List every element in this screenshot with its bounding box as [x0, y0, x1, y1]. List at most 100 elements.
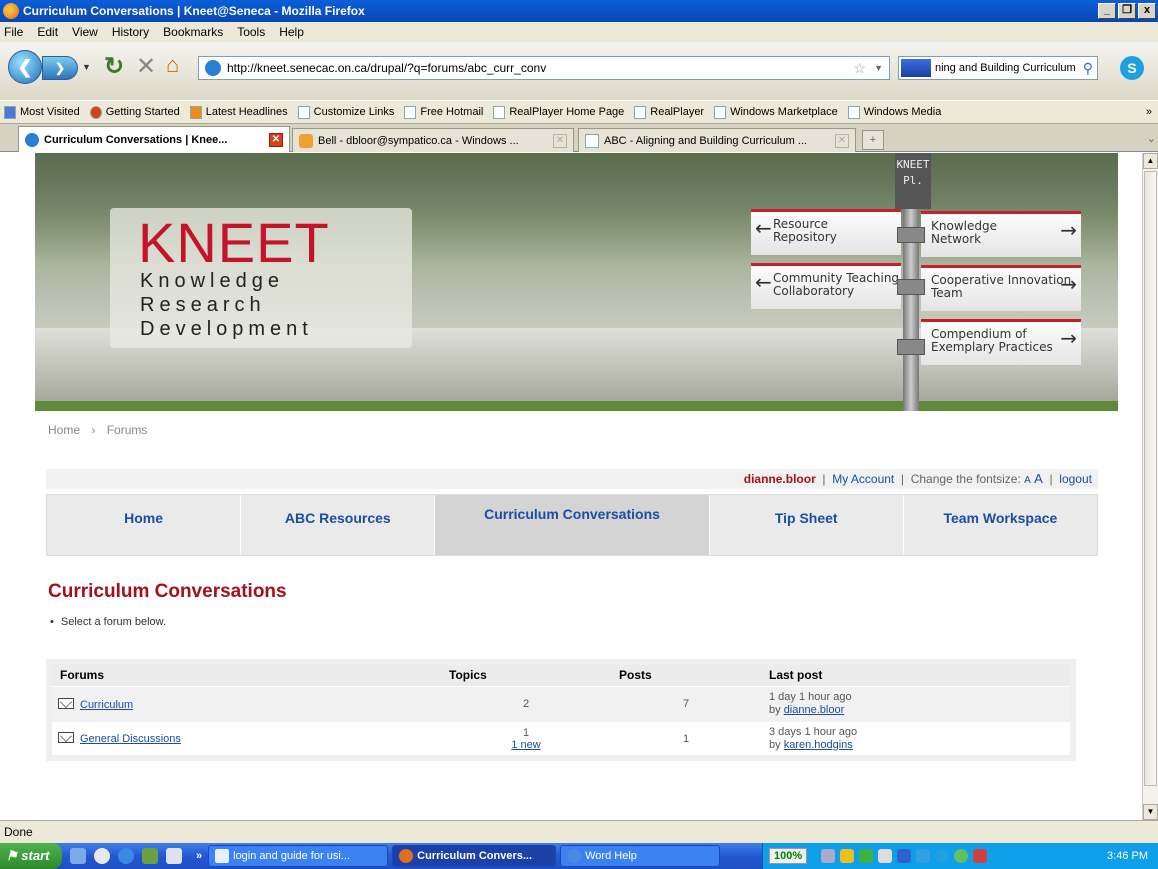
tray-icon-antivirus[interactable]: [954, 849, 969, 863]
last-post-user-link[interactable]: karen.hodgins: [784, 739, 853, 751]
close-window-button[interactable]: x: [1138, 3, 1156, 19]
tray-icon-sync[interactable]: [897, 849, 912, 863]
search-input[interactable]: ning and Building Curriculum: [935, 62, 1083, 74]
quicklaunch-overflow-icon[interactable]: »: [196, 850, 202, 862]
header-posts[interactable]: Posts: [611, 662, 761, 687]
sign-knowledge-network[interactable]: Knowledge Network →: [921, 211, 1081, 257]
bookmark-windows-marketplace[interactable]: Windows Marketplace: [714, 105, 838, 119]
back-button[interactable]: ❮: [8, 50, 42, 84]
sign-compendium[interactable]: Compendium of Exemplary Practices →: [921, 319, 1081, 365]
forward-button[interactable]: ❯: [42, 56, 78, 80]
my-account-link[interactable]: My Account: [832, 472, 894, 486]
address-bar[interactable]: http://kneet.senecac.on.ca/drupal/?q=for…: [198, 56, 890, 80]
tab-abc-aligning[interactable]: ABC - Aligning and Building Curriculum .…: [578, 128, 856, 152]
nav-home[interactable]: Home: [47, 495, 242, 555]
menu-view[interactable]: View: [72, 25, 98, 39]
bookmarks-overflow-icon[interactable]: »: [1146, 106, 1152, 118]
new-topics-link[interactable]: 1 new: [441, 739, 611, 751]
bookmark-customize-links[interactable]: Customize Links: [297, 105, 394, 119]
sign-cooperative-innovation[interactable]: Cooperative Innovation Team →: [921, 265, 1081, 311]
logout-link[interactable]: logout: [1059, 472, 1092, 486]
url-dropdown-icon[interactable]: ▼: [874, 63, 883, 73]
menu-file[interactable]: File: [4, 25, 23, 39]
tray-icon-messenger[interactable]: [916, 849, 931, 863]
close-tab-icon[interactable]: ✕: [553, 133, 567, 148]
header-topics[interactable]: Topics: [441, 662, 611, 687]
fontsize-large-button[interactable]: A: [1034, 471, 1043, 486]
nav-team-workspace[interactable]: Team Workspace: [904, 495, 1097, 555]
tray-icon-shield[interactable]: [859, 849, 874, 863]
divider: |: [900, 472, 905, 486]
stop-icon[interactable]: ✕: [136, 52, 156, 81]
clock[interactable]: 3:46 PM: [1107, 850, 1148, 862]
home-icon[interactable]: ⌂: [166, 52, 179, 78]
tab-bell-mail[interactable]: Bell - dbloor@sympatico.ca - Windows ...…: [292, 128, 574, 152]
bookmark-latest-headlines[interactable]: Latest Headlines: [189, 105, 288, 119]
bookmarks-toolbar: Most Visited Getting Started Latest Head…: [0, 100, 1158, 124]
breadcrumb-forums[interactable]: Forums: [107, 423, 148, 437]
scroll-thumb[interactable]: [1144, 171, 1157, 786]
fontsize-small-button[interactable]: A: [1024, 475, 1031, 486]
forum-link-general-discussions[interactable]: General Discussions: [80, 733, 181, 745]
tray-icon-skype[interactable]: [935, 849, 950, 863]
zoom-indicator[interactable]: 100%: [769, 848, 808, 864]
skype-icon[interactable]: S: [1120, 56, 1144, 80]
bookmark-realplayer-home[interactable]: RealPlayer Home Page: [493, 105, 624, 119]
nav-abc-resources[interactable]: ABC Resources: [241, 495, 436, 555]
taskbar-button-firefox[interactable]: Curriculum Convers...: [392, 845, 557, 867]
tray-icon-volume[interactable]: [878, 849, 893, 863]
bookmark-most-visited[interactable]: Most Visited: [4, 105, 80, 119]
table-row: General Discussions 1 1 new 1 3 days 1 h…: [49, 722, 1073, 759]
taskbar: ⚑ start » login and guide for usi... Cur…: [0, 843, 1158, 869]
url-text[interactable]: http://kneet.senecac.on.ca/drupal/?q=for…: [227, 61, 854, 75]
history-dropdown-icon[interactable]: ▼: [82, 62, 91, 72]
firefox-icon: [399, 849, 414, 863]
menu-history[interactable]: History: [112, 25, 149, 39]
username[interactable]: dianne.bloor: [744, 472, 816, 486]
scroll-down-icon[interactable]: ▼: [1143, 804, 1158, 820]
menu-bookmarks[interactable]: Bookmarks: [163, 25, 223, 39]
search-bar[interactable]: ning and Building Curriculum ⚲: [898, 56, 1098, 80]
last-post-user-link[interactable]: dianne.bloor: [784, 704, 845, 716]
tray-icon-misc[interactable]: [973, 849, 988, 863]
maximize-button[interactable]: ❐: [1118, 3, 1136, 19]
start-button[interactable]: ⚑ start: [0, 843, 62, 869]
tray-icon-network[interactable]: [821, 849, 836, 863]
nav-tip-sheet[interactable]: Tip Sheet: [710, 495, 904, 555]
tab-list-icon[interactable]: ⌄: [1147, 132, 1156, 145]
quicklaunch-icon-2[interactable]: [94, 848, 110, 864]
search-icon[interactable]: ⚲: [1083, 60, 1093, 77]
nav-curriculum-conversations[interactable]: Curriculum Conversations: [435, 495, 710, 555]
vertical-scrollbar[interactable]: ▲ ▼: [1142, 153, 1158, 820]
bookmark-free-hotmail[interactable]: Free Hotmail: [404, 105, 483, 119]
bookmark-getting-started[interactable]: Getting Started: [89, 105, 180, 119]
taskbar-button-login-guide[interactable]: login and guide for usi...: [208, 845, 389, 867]
sign-resource-repository[interactable]: ← Resource Repository: [751, 209, 901, 255]
reload-icon[interactable]: ↻: [104, 52, 124, 81]
quicklaunch-icon-4[interactable]: [142, 848, 158, 864]
scroll-up-icon[interactable]: ▲: [1143, 153, 1158, 169]
sign-community-teaching[interactable]: ← Community Teaching Collaboratory: [751, 263, 901, 309]
minimize-button[interactable]: _: [1098, 3, 1116, 19]
bookmark-star-icon[interactable]: ☆: [854, 60, 867, 77]
header-last-post[interactable]: Last post: [761, 662, 1073, 687]
ie-icon[interactable]: [118, 848, 134, 864]
page-icon: [493, 105, 506, 119]
close-tab-icon[interactable]: ✕: [835, 133, 849, 148]
new-tab-button[interactable]: +: [862, 130, 884, 150]
taskbar-button-word-help[interactable]: Word Help: [560, 845, 721, 867]
menu-edit[interactable]: Edit: [37, 25, 58, 39]
breadcrumb-home[interactable]: Home: [48, 423, 80, 437]
search-engine-icon[interactable]: [901, 59, 931, 77]
bookmark-windows-media[interactable]: Windows Media: [847, 105, 941, 119]
quicklaunch-icon-1[interactable]: [70, 848, 86, 864]
quicklaunch-icon-5[interactable]: [166, 848, 182, 864]
menu-tools[interactable]: Tools: [237, 25, 265, 39]
bookmark-realplayer[interactable]: RealPlayer: [634, 105, 704, 119]
close-tab-icon[interactable]: ✕: [269, 132, 283, 147]
tab-curriculum-conversations[interactable]: Curriculum Conversations | Knee... ✕: [18, 126, 290, 152]
forum-link-curriculum[interactable]: Curriculum: [80, 699, 133, 711]
menu-help[interactable]: Help: [279, 25, 304, 39]
tray-icon-warning[interactable]: [840, 849, 855, 863]
header-forums[interactable]: Forums: [49, 662, 441, 687]
